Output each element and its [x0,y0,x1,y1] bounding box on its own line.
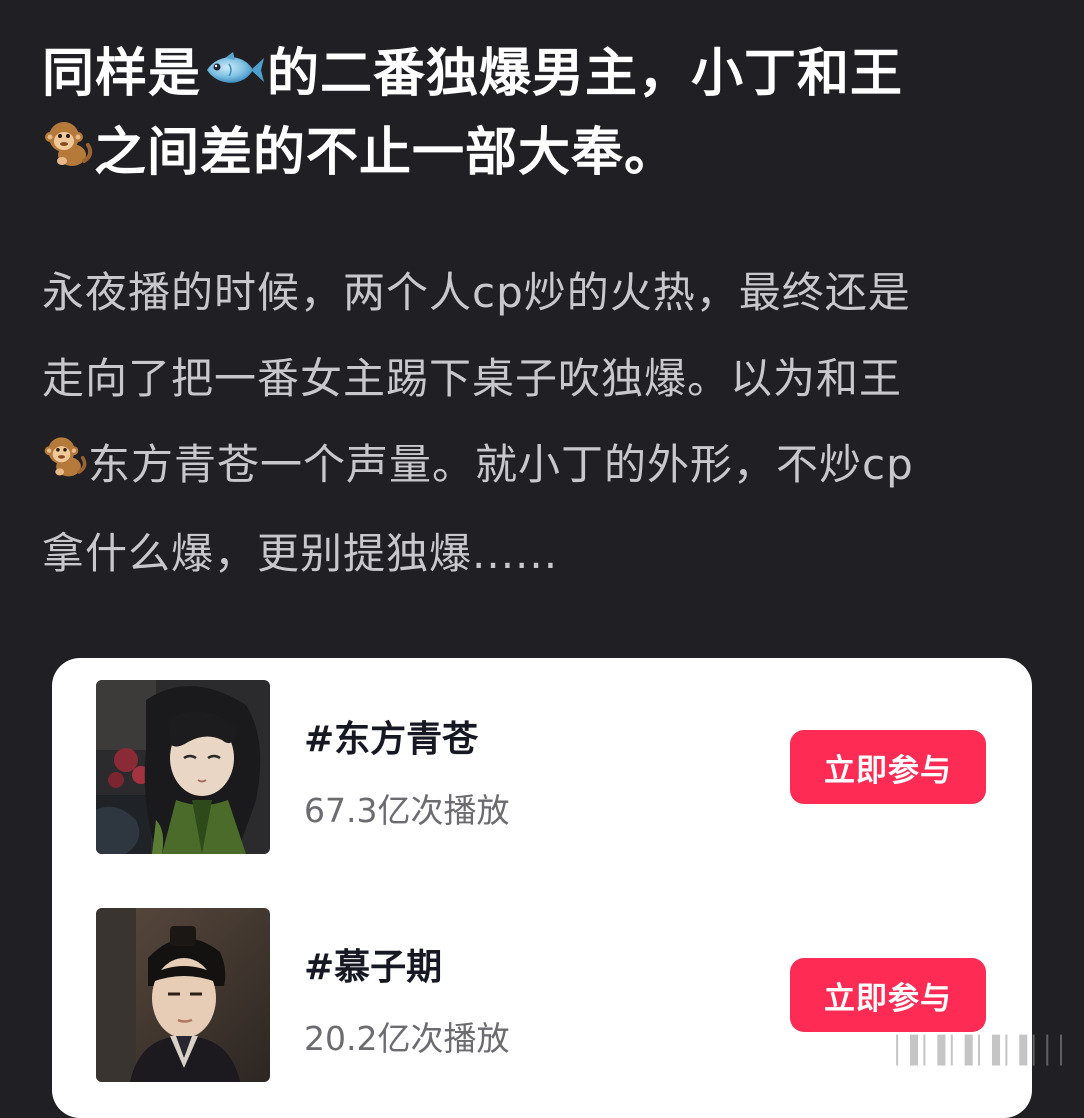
body-line-4: 拿什么爆，更别提独爆...... [42,528,559,578]
topic-play-count: 20.2亿次播放 [304,1019,510,1058]
topic-card: #东方青苍 67.3亿次播放 立即参与 #慕子期 20.2亿次播放 立即参与 [52,658,1032,1118]
topic-thumbnail-actor[interactable] [96,908,270,1082]
topic-name[interactable]: #东方青苍 [304,710,478,762]
fish-icon [201,39,267,115]
topic-row-dongfangqingcang[interactable]: #东方青苍 67.3亿次播放 立即参与 [96,680,996,856]
topic-thumbnail-anime[interactable] [96,680,270,854]
monkey-icon [42,118,94,194]
topic-play-count: 67.3亿次播放 [304,791,510,830]
body-line-1: 永夜播的时候，两个人cp炒的火热，最终还是 [42,268,911,317]
post-title: 同样是 的二番独爆男主，小丁和王 之间差的不止一部大奉。 [42,36,1042,194]
body-line-3: 东方青苍一个声量。就小丁的外形，不炒cp [88,440,914,489]
join-now-button[interactable]: 立即参与 [790,730,986,804]
monkey-icon [42,425,88,511]
post-content: 同样是 的二番独爆男主，小丁和王 之间差的不止一部大奉。 永夜播的时候，两个人c… [42,36,1042,597]
body-line-2: 走向了把一番女主踢下桌子吹独爆。以为和王 [42,354,903,403]
topic-name[interactable]: #慕子期 [304,938,442,990]
title-text-part1: 同样是 [42,44,202,104]
join-now-button[interactable]: 立即参与 [790,958,986,1032]
watermark: ▏▌▏▌▏▌▏▌▏▌▏▏▏ [896,1036,1076,1066]
topic-row-muziqi[interactable]: #慕子期 20.2亿次播放 立即参与 [96,908,996,1084]
title-text-part2: 的二番独爆男主，小丁和王 [267,44,904,104]
title-text-part3: 之间差的不止一部大奉。 [94,123,678,183]
post-body: 永夜播的时候，两个人cp炒的火热，最终还是 走向了把一番女主踢下桌子吹独爆。以为… [42,250,1042,597]
